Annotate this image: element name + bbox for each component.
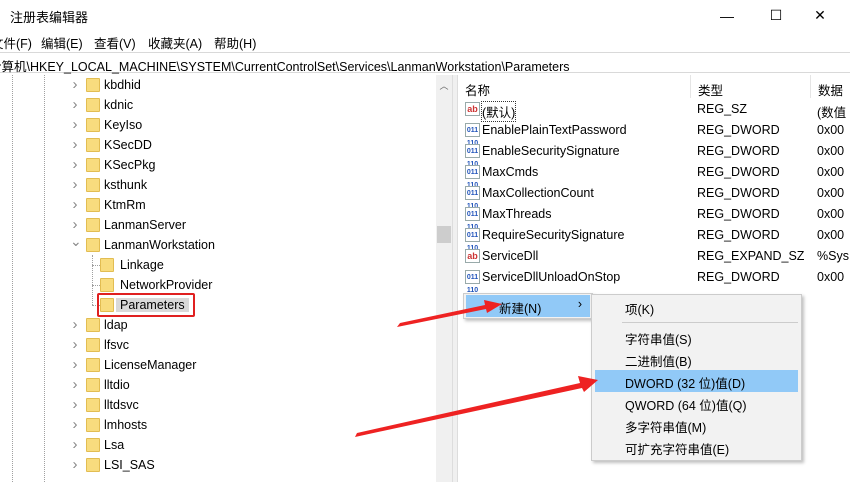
annotation-arrow-dword [355, 376, 598, 437]
annotation-arrow-new [397, 300, 502, 327]
annotation-arrows [355, 300, 598, 437]
